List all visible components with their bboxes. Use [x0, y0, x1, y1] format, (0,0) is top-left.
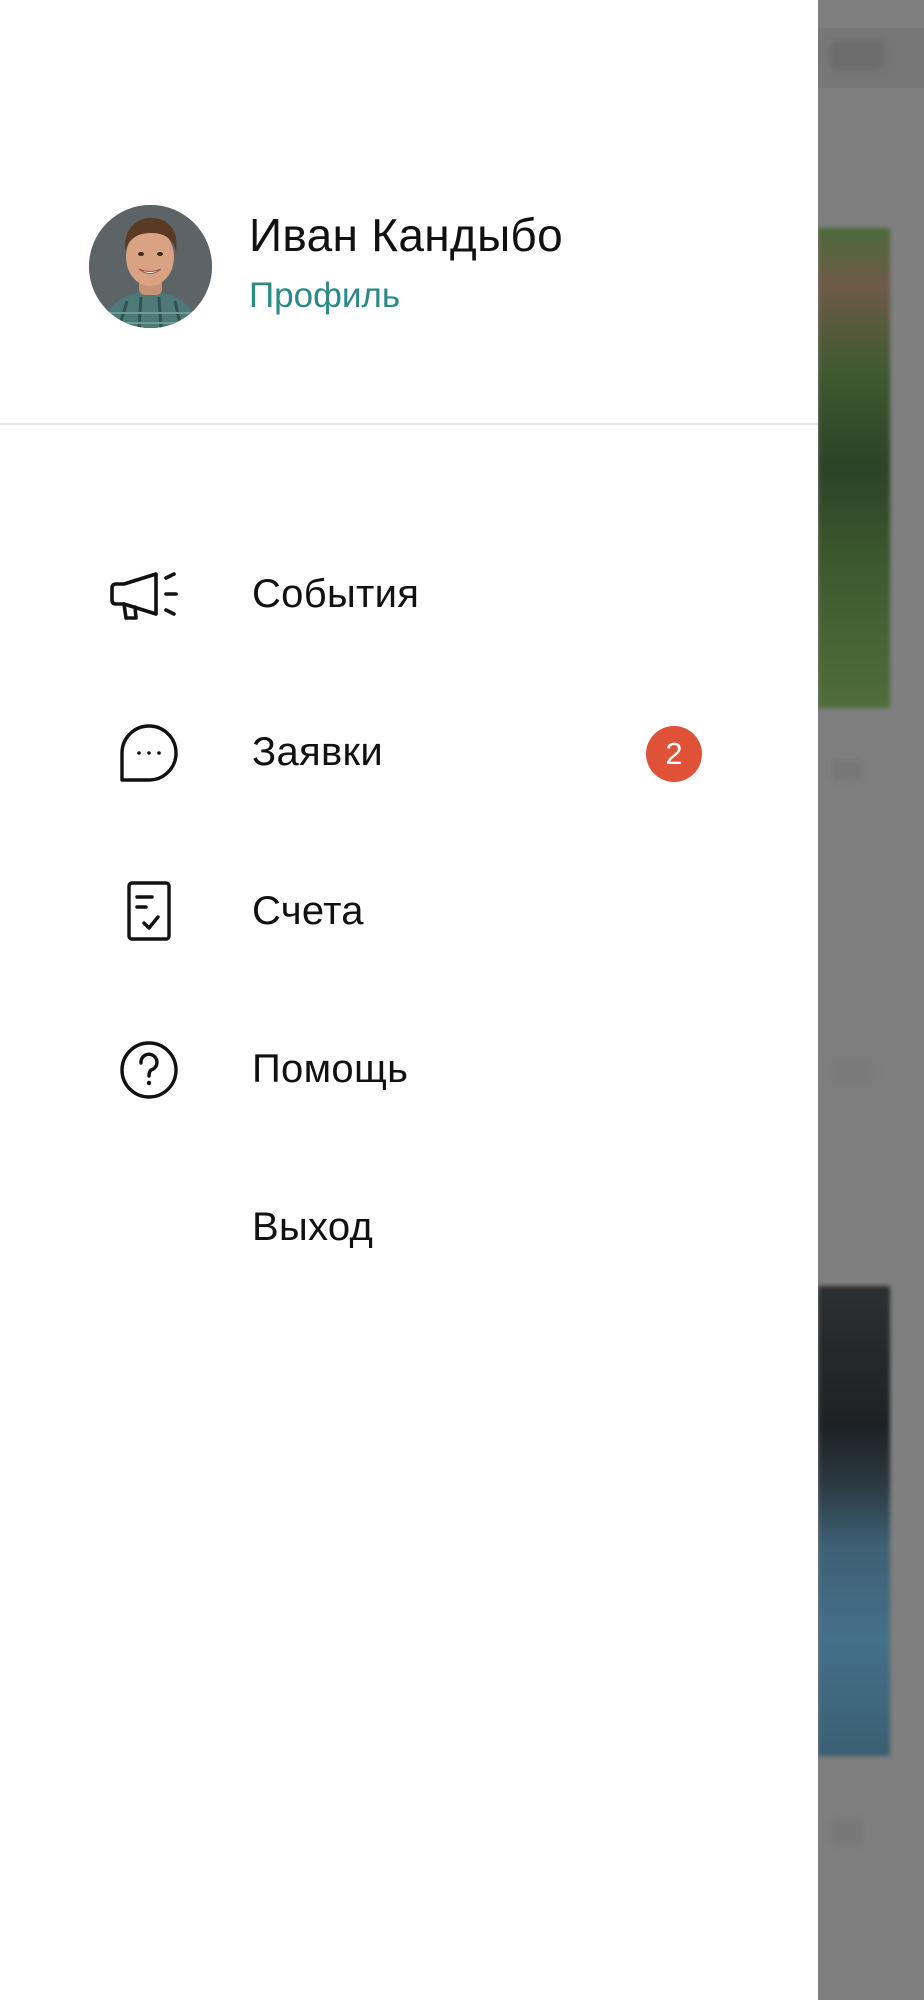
background-card-image [818, 1286, 890, 1756]
drawer-scrim[interactable] [818, 0, 924, 2000]
help-icon [104, 1037, 194, 1103]
invoice-icon [104, 879, 194, 945]
menu-item-requests[interactable]: Заявки 2 [0, 698, 818, 808]
navigation-drawer: Иван Кандыбо Профиль События Заявки 2 Сч… [0, 0, 818, 2000]
notification-badge: 2 [646, 726, 702, 782]
avatar[interactable] [89, 205, 212, 328]
menu-item-label: Помощь [252, 1047, 409, 1091]
chat-bubble-icon [104, 720, 194, 786]
menu-item-label: Заявки [252, 730, 383, 774]
megaphone-icon [104, 562, 194, 628]
user-name: Иван Кандыбо [249, 209, 563, 261]
background-text [832, 1060, 872, 1084]
background-card-image [818, 228, 890, 708]
background-menu-icon [830, 40, 884, 70]
menu-item-label: Счета [252, 889, 364, 933]
menu-item-help[interactable]: Помощь [0, 1015, 818, 1125]
menu-item-label: Выход [252, 1205, 374, 1249]
profile-header: Иван Кандыбо Профиль [0, 0, 818, 425]
profile-link[interactable]: Профиль [249, 276, 400, 316]
menu-item-invoices[interactable]: Счета [0, 857, 818, 967]
background-text [832, 1820, 862, 1844]
app-screen: Иван Кандыбо Профиль События Заявки 2 Сч… [0, 0, 924, 2000]
menu-item-logout[interactable]: Выход [0, 1173, 818, 1283]
background-text [832, 760, 862, 780]
menu-item-events[interactable]: События [0, 540, 818, 650]
menu-item-label: События [252, 572, 420, 616]
